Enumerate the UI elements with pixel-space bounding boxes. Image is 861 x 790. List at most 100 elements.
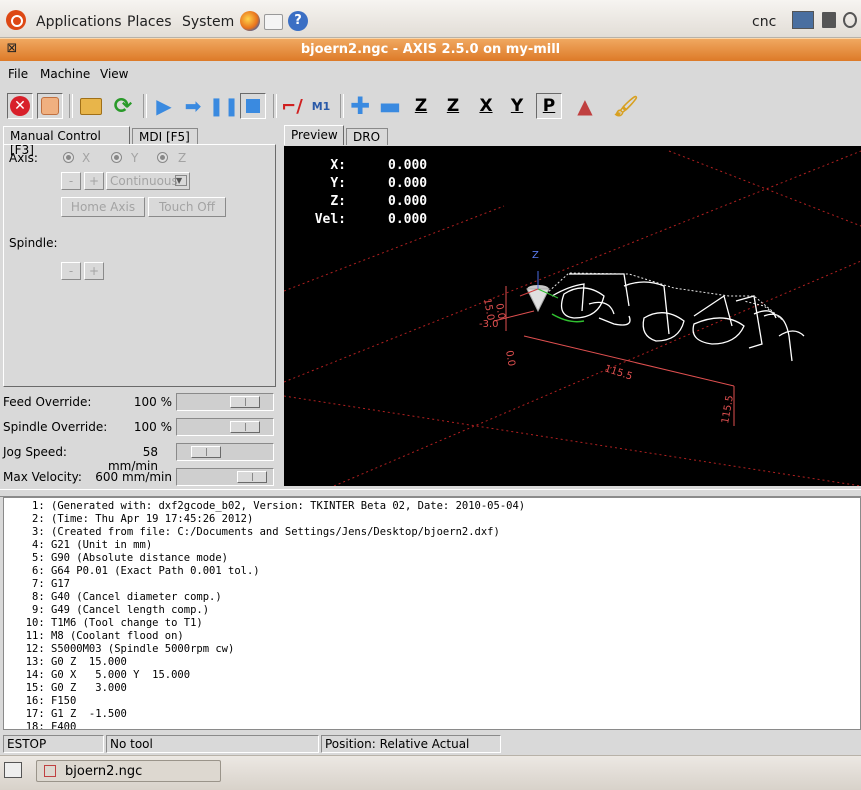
reload-button[interactable]: ⟳ [110,93,136,119]
tab-manual-control[interactable]: Manual Control [F3] [3,126,130,157]
spindle-override-slider[interactable] [176,418,274,436]
preview-canvas[interactable]: X: 0.000 Y: 0.000 Z: 0.000 Vel: 0.000 Z … [284,146,861,486]
spindle-plus-button[interactable]: + [84,262,104,280]
tab-preview[interactable]: Preview [284,125,344,145]
step-button[interactable]: ➡ [180,93,206,119]
max-velocity-slider[interactable] [176,468,274,486]
estop-button[interactable]: ✕ [7,93,33,119]
display-icon[interactable] [822,12,836,28]
block-delete-button[interactable]: ⌐/ [279,93,305,119]
gcode-line-number: 4: [32,539,51,551]
axis-y-radio[interactable] [111,152,122,163]
mail-icon[interactable] [264,14,283,30]
gcode-line-text: (Time: Thu Apr 19 17:45:26 2012) [51,513,254,525]
ubuntu-logo-icon[interactable] [6,10,26,30]
gcode-line[interactable]: 4: G21 (Unit in mm) [4,539,152,552]
max-velocity-thumb[interactable] [237,471,267,483]
jog-minus-button[interactable]: - [61,172,81,190]
gcode-line[interactable]: 16: F150 [4,695,77,708]
run-button[interactable]: ▶ [151,93,177,119]
gcode-line[interactable]: 11: M8 (Coolant flood on) [4,630,184,643]
username-label[interactable]: cnc [752,14,776,30]
gcode-line[interactable]: 17: G1 Z -1.500 [4,708,127,721]
feed-override-value: 100 % [133,395,172,409]
view-y-button[interactable]: Y [504,93,530,119]
gcode-line-number: 12: [25,643,51,655]
gcode-line[interactable]: 12: S5000M03 (Spindle 5000rpm cw) [4,643,235,656]
gcode-line-number: 14: [25,669,51,681]
gcode-line-text: F400 [51,721,77,730]
optional-stop-button[interactable]: M1 [308,93,334,119]
window-titlebar[interactable]: ⊠ bjoern2.ngc - AXIS 2.5.0 on my-mill [0,38,861,62]
show-desktop-icon[interactable] [4,762,22,778]
gcode-line[interactable]: 1: (Generated with: dxf2gcode_b02, Versi… [4,500,525,513]
axis-x-radio[interactable] [63,152,74,163]
gcode-line[interactable]: 7: G17 [4,578,70,591]
jog-speed-slider[interactable] [176,443,274,461]
zoom-out-button[interactable]: ▬ [377,92,403,120]
gcode-line[interactable]: 14: G0 X 5.000 Y 15.000 [4,669,190,682]
gcode-line-text: S5000M03 (Spindle 5000rpm cw) [51,643,235,655]
gcode-line[interactable]: 5: G90 (Absolute distance mode) [4,552,228,565]
gcode-listing[interactable]: 1: (Generated with: dxf2gcode_b02, Versi… [3,497,861,730]
gcode-line[interactable]: 3: (Created from file: C:/Documents and … [4,526,500,539]
spindle-label: Spindle: [9,236,58,250]
touch-off-button[interactable]: Touch Off [148,197,226,217]
toggle-plot-button[interactable]: ▲ [572,93,598,119]
spindle-override-thumb[interactable] [230,421,260,433]
jog-plus-button[interactable]: + [84,172,104,190]
jog-speed-label: Jog Speed: [3,445,67,459]
gcode-line[interactable]: 2: (Time: Thu Apr 19 17:45:26 2012) [4,513,253,526]
stop-button[interactable] [240,93,266,119]
zoom-in-button[interactable]: ✚ [347,92,373,120]
places-menu[interactable]: Places [127,14,172,30]
gcode-line[interactable]: 15: G0 Z 3.000 [4,682,127,695]
taskbar-window-label: bjoern2.ngc [65,764,143,779]
toolbar-separator [69,94,73,118]
gcode-line-text: G21 (Unit in mm) [51,539,153,551]
dim-0b-label: 0.0 [503,350,517,368]
gcode-line[interactable]: 6: G64 P0.01 (Exact Path 0.001 tol.) [4,565,260,578]
z-axis-label: Z [532,250,539,261]
view-z-rotated-button[interactable]: Z [440,93,466,119]
system-menu[interactable]: System [182,14,234,30]
broom-icon: 🖌 [613,94,639,118]
axis-z-radio[interactable] [157,152,168,163]
help-icon[interactable]: ? [288,11,308,31]
network-icon[interactable] [792,11,814,29]
taskbar-window-button[interactable]: bjoern2.ngc [36,760,221,782]
gcode-line[interactable]: 10: T1M6 (Tool change to T1) [4,617,203,630]
tab-mdi[interactable]: MDI [F5] [132,128,198,144]
spindle-minus-button[interactable]: - [61,262,81,280]
clear-plot-button[interactable]: 🖌 [613,93,639,119]
gcode-line[interactable]: 9: G49 (Cancel length comp.) [4,604,209,617]
view-x-button[interactable]: X [473,93,499,119]
pause-button[interactable]: ❚❚ [209,93,239,119]
firefox-icon[interactable] [240,11,260,31]
open-file-button[interactable] [78,93,104,119]
feed-override-slider[interactable] [176,393,274,411]
gcode-line[interactable]: 13: G0 Z 15.000 [4,656,127,669]
feed-override-thumb[interactable] [230,396,260,408]
power-icon[interactable] [843,12,857,28]
toolbar: ✕ ⟳ ▶ ➡ ❚❚ ⌐/ M1 ✚ ▬ Z Z X Y P ▲ 🖌 [0,86,861,124]
view-perspective-button[interactable]: P [536,93,562,119]
pane-splitter[interactable] [0,489,861,497]
menu-file[interactable]: File [8,67,28,81]
gcode-line-text: F150 [51,695,77,707]
tab-dro[interactable]: DRO [346,128,388,145]
home-axis-button[interactable]: Home Axis [61,197,145,217]
gcode-line[interactable]: 18: F400 [4,721,77,730]
view-z-button[interactable]: Z [408,93,434,119]
toolbar-separator [340,94,344,118]
machine-power-button[interactable] [37,93,63,119]
power-icon [41,97,59,115]
applications-menu[interactable]: Applications [36,14,122,30]
jog-mode-select[interactable]: Continuous ▼ [106,172,190,190]
menu-machine[interactable]: Machine [40,67,90,81]
menu-view[interactable]: View [100,67,128,81]
dim-neg3-label: -3.0 [479,319,499,330]
gcode-line[interactable]: 8: G40 (Cancel diameter comp.) [4,591,222,604]
gcode-line-text: G17 [51,578,70,590]
jog-speed-thumb[interactable] [191,446,221,458]
